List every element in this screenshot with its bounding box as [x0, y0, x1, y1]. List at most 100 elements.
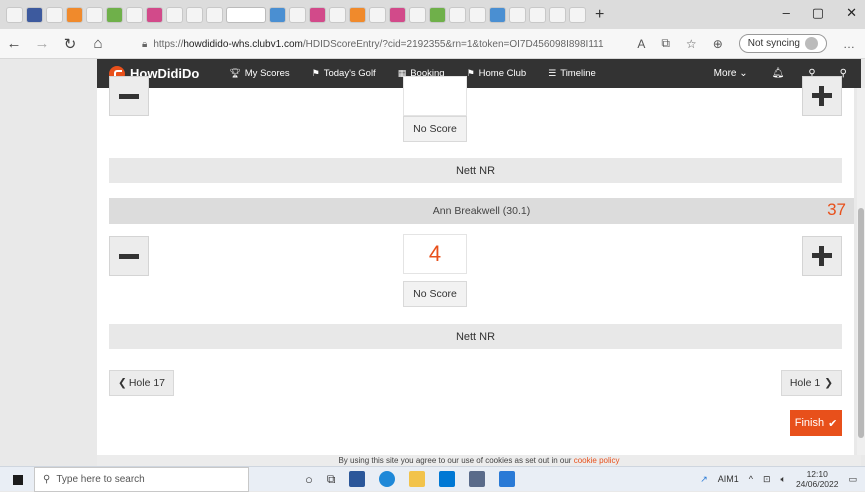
browser-tab[interactable]: [26, 6, 43, 23]
browser-tab-active[interactable]: [226, 6, 266, 23]
previous-hole-button[interactable]: ❮ Hole 17: [109, 370, 175, 396]
clock-date: 24/06/2022: [795, 479, 839, 489]
finish-button[interactable]: Finish ✔: [790, 410, 842, 436]
score-value-partial: [403, 76, 467, 116]
nav-more[interactable]: More ⌄: [714, 68, 748, 79]
increase-score-button[interactable]: [802, 76, 842, 116]
not-syncing-button[interactable]: Not syncing: [738, 34, 827, 53]
weather-text: AIM1: [717, 474, 739, 484]
browser-tab[interactable]: [146, 6, 163, 23]
maximize-icon[interactable]: ▢: [812, 5, 824, 21]
nav-label: Timeline: [560, 68, 596, 79]
scrollbar-thumb[interactable]: [858, 208, 864, 438]
next-hole-button[interactable]: Hole 1 ❯: [780, 370, 842, 396]
browser-tab[interactable]: [206, 6, 223, 23]
start-button[interactable]: [0, 467, 34, 492]
clock[interactable]: 12:10 24/06/2022: [796, 469, 839, 489]
read-aloud-icon[interactable]: A: [637, 37, 645, 51]
bell-icon[interactable]: 🔔︎: [772, 68, 785, 79]
app-icon[interactable]: [349, 471, 366, 487]
browser-tab[interactable]: [46, 6, 63, 23]
cortana-icon[interactable]: ○: [305, 472, 313, 487]
trophy-icon: 🏆︎: [229, 68, 241, 78]
browser-tab[interactable]: [329, 6, 346, 23]
browser-tab[interactable]: [389, 6, 406, 23]
minimize-icon[interactable]: –: [783, 5, 790, 21]
page-scrollbar[interactable]: [857, 88, 865, 455]
browser-tab[interactable]: [66, 6, 83, 23]
flag-icon: ⚑: [466, 68, 475, 78]
url-field[interactable]: 🔒︎ https://howdidido-whs.clubv1.com/HDID…: [142, 36, 617, 53]
browser-tab[interactable]: [186, 6, 203, 23]
network-icon[interactable]: ⊡: [763, 474, 771, 485]
cookie-text: By using this site you agree to our use …: [338, 456, 572, 465]
browser-tab[interactable]: [349, 6, 366, 23]
browser-tab[interactable]: [106, 6, 123, 23]
chevron-left-icon: ❮: [118, 377, 127, 389]
store-icon[interactable]: [439, 471, 456, 487]
close-icon[interactable]: ✕: [846, 5, 857, 21]
weather-icon: ↗: [700, 473, 708, 484]
nav-timeline[interactable]: ☰ Timeline: [548, 68, 596, 79]
address-bar: ← → ↻ ⌂ 🔒︎ https://howdidido-whs.clubv1.…: [0, 29, 865, 59]
taskbar-apps: ○ ⧉: [305, 471, 516, 487]
site-nav: HowDidiDo 🏆︎ My Scores ⚑ Today's Golf ▦ Boo…: [97, 59, 861, 88]
decrease-score-button[interactable]: [109, 76, 149, 116]
browser-tab[interactable]: [309, 6, 326, 23]
increase-score-button[interactable]: [802, 236, 842, 276]
favorites-icon[interactable]: ☆: [686, 37, 697, 51]
browser-tab[interactable]: [489, 6, 506, 23]
window-controls: – ▢ ✕: [783, 5, 857, 21]
cookie-banner: By using this site you agree to our use …: [97, 455, 861, 466]
no-score-button[interactable]: No Score: [403, 281, 467, 307]
finish-label: Finish: [794, 417, 825, 429]
new-tab-icon[interactable]: +: [595, 6, 604, 24]
browser-tab[interactable]: [569, 6, 586, 23]
edge-icon[interactable]: [379, 471, 396, 487]
browser-tab[interactable]: [289, 6, 306, 23]
forward-icon[interactable]: →: [28, 35, 56, 52]
browser-tab[interactable]: [469, 6, 486, 23]
chevron-up-icon[interactable]: ^: [749, 474, 753, 484]
more-options-icon[interactable]: …: [843, 37, 855, 51]
back-icon[interactable]: ←: [0, 35, 28, 52]
task-view-icon[interactable]: ⧉: [327, 472, 336, 487]
nav-todays-golf[interactable]: ⚑ Today's Golf: [312, 68, 376, 79]
split-screen-icon[interactable]: ⧉: [661, 36, 670, 51]
search-icon: ⚲: [43, 473, 51, 485]
browser-tab[interactable]: [126, 6, 143, 23]
collections-icon[interactable]: ⊕: [713, 37, 723, 51]
player-total: 37: [827, 200, 846, 219]
mail-icon[interactable]: [499, 471, 516, 487]
nett-result-bar: Nett NR: [109, 324, 842, 349]
list-icon: ☰: [548, 68, 557, 78]
browser-tab[interactable]: [369, 6, 386, 23]
refresh-icon[interactable]: ↻: [56, 35, 84, 53]
browser-tab[interactable]: [86, 6, 103, 23]
taskbar-search[interactable]: ⚲ Type here to search: [34, 466, 249, 492]
cookie-policy-link[interactable]: cookie policy: [574, 456, 620, 465]
nav-home-club[interactable]: ⚑ Home Club: [467, 68, 527, 79]
notifications-icon[interactable]: ▭: [848, 474, 857, 485]
browser-tab[interactable]: [429, 6, 446, 23]
volume-icon[interactable]: 🔈︎: [781, 474, 786, 485]
file-explorer-icon[interactable]: [409, 471, 426, 487]
browser-tab[interactable]: [549, 6, 566, 23]
profile-avatar: [805, 37, 818, 50]
address-bar-actions: A ⧉ ☆ ⊕ Not syncing …: [637, 34, 855, 53]
decrease-score-button[interactable]: [109, 236, 149, 276]
plus-icon: [812, 86, 832, 106]
app-icon[interactable]: [469, 471, 486, 487]
browser-tab[interactable]: [6, 6, 23, 23]
nett-result-bar: Nett NR: [109, 158, 842, 183]
home-icon[interactable]: ⌂: [84, 35, 112, 52]
browser-tab[interactable]: [529, 6, 546, 23]
clock-time: 12:10: [806, 469, 828, 479]
browser-tab[interactable]: [166, 6, 183, 23]
browser-tab[interactable]: [269, 6, 286, 23]
browser-tab[interactable]: [509, 6, 526, 23]
nav-my-scores[interactable]: 🏆︎ My Scores: [229, 68, 289, 79]
browser-tab[interactable]: [449, 6, 466, 23]
no-score-button[interactable]: No Score: [403, 116, 467, 142]
browser-tab[interactable]: [409, 6, 426, 23]
